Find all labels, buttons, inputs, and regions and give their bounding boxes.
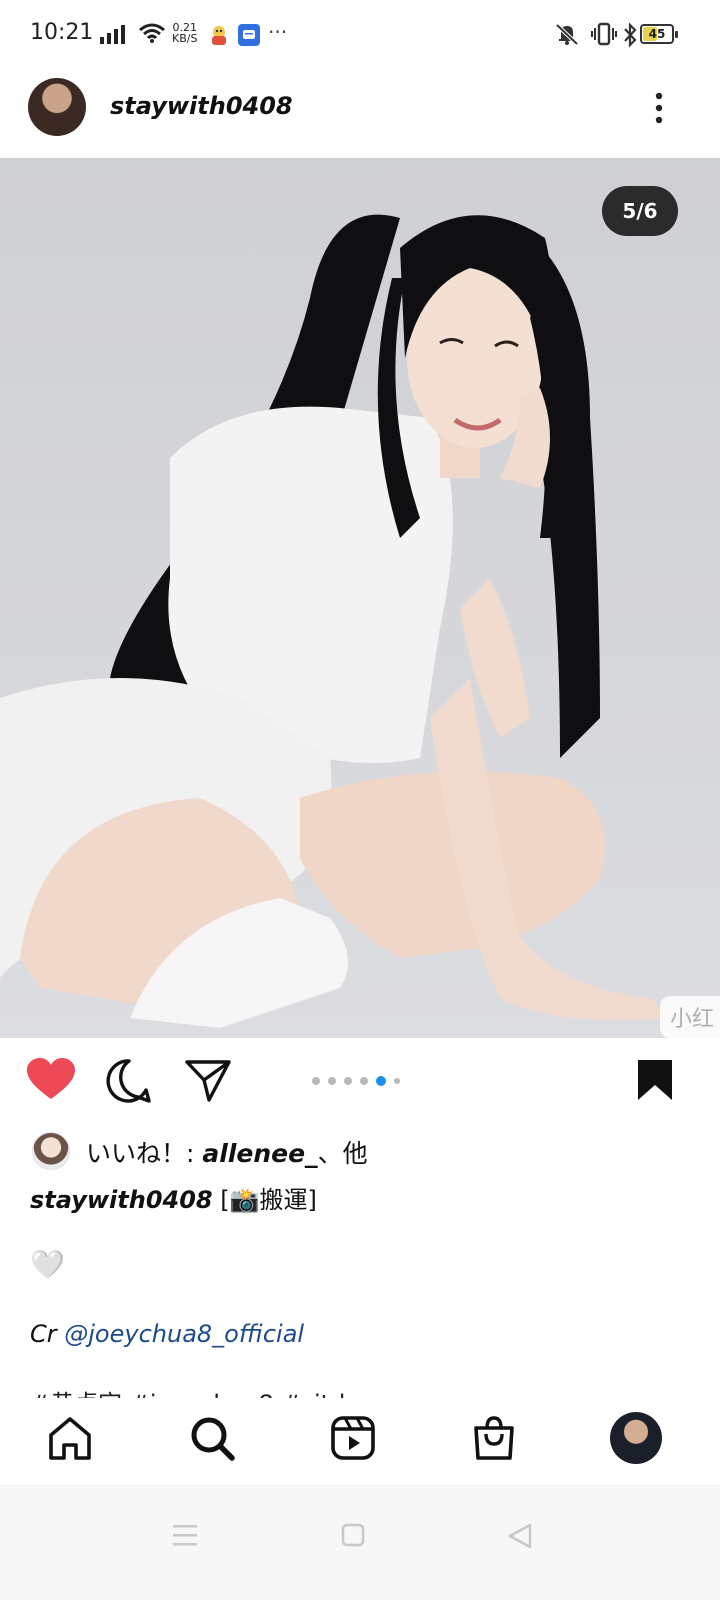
reels-icon[interactable] [329,1414,377,1462]
caption-hashtags-cut: #黄卓宜 #joeychua8 #sitdown [30,1384,400,1398]
more-options-icon[interactable] [645,90,673,126]
likes-text: いいね！: allenee_、他 [86,1134,368,1170]
image-counter-badge: 5/6 [602,186,678,236]
post-actions [0,1050,720,1110]
carousel-dot [394,1078,400,1084]
shop-icon[interactable] [470,1414,518,1462]
system-nav-bar [0,1484,720,1600]
carousel-dot [360,1077,368,1085]
home-square-icon[interactable] [340,1522,366,1548]
caption-text: [📸搬運] [212,1186,317,1214]
profile-avatar[interactable] [610,1412,662,1464]
caption-white-heart: 🤍 [30,1248,65,1281]
home-icon[interactable] [46,1414,94,1462]
carousel-dot [312,1077,320,1085]
post-header: staywith0408 [0,70,720,158]
liker-avatar [32,1132,70,1170]
status-time: 10:21 [30,20,94,45]
app-notification-icon [212,26,226,45]
credit-mention-link[interactable]: @joeychua8_official [64,1320,304,1348]
likes-suffix[interactable]: 、他 [318,1139,368,1168]
back-triangle-icon[interactable] [506,1522,534,1550]
signal-icon [100,25,125,44]
status-bar: 10:21 0.21 KB/S ··· 45 [0,0,720,70]
mute-bell-icon [555,23,579,46]
more-notifications-icon: ··· [268,20,288,44]
message-notification-icon [238,24,260,46]
search-icon[interactable] [188,1414,236,1462]
battery-level: 45 [648,27,666,41]
caption-hashtags[interactable]: #黄卓宜 #joeychua8 #sitdown [30,1390,395,1398]
author-avatar[interactable] [28,78,86,136]
post-photo[interactable]: 小红 [0,158,720,1038]
author-username[interactable]: staywith0408 [110,92,293,120]
caption: staywith0408 [📸搬運] [30,1180,317,1215]
svg-text:小红: 小红 [670,1007,714,1032]
vibrate-icon [591,22,617,46]
credit-prefix: Cr [30,1320,65,1348]
caption-credit: Cr @joeychua8_official [30,1320,304,1348]
bottom-nav [0,1400,720,1484]
network-speed: 0.21 KB/S [172,22,197,44]
bluetooth-icon [624,22,637,48]
carousel-indicator [312,1076,400,1086]
wifi-icon [139,23,165,43]
comment-icon[interactable] [106,1058,152,1104]
watermark-badge: 小红 [660,996,720,1038]
network-speed-unit: KB/S [172,32,198,45]
likes-prefix: いいね！: [86,1139,203,1168]
carousel-dot [328,1077,336,1085]
caption-username[interactable]: staywith0408 [30,1186,213,1214]
share-send-icon[interactable] [185,1058,231,1102]
carousel-dot [344,1077,352,1085]
saved-bookmark-icon[interactable] [636,1058,674,1102]
carousel-dot-active [376,1076,386,1086]
like-heart-icon[interactable] [27,1058,75,1102]
menu-icon[interactable] [170,1522,200,1548]
battery-icon: 45 [640,24,678,44]
photo-illustration [0,158,720,1038]
liker-username[interactable]: allenee_ [202,1139,317,1168]
